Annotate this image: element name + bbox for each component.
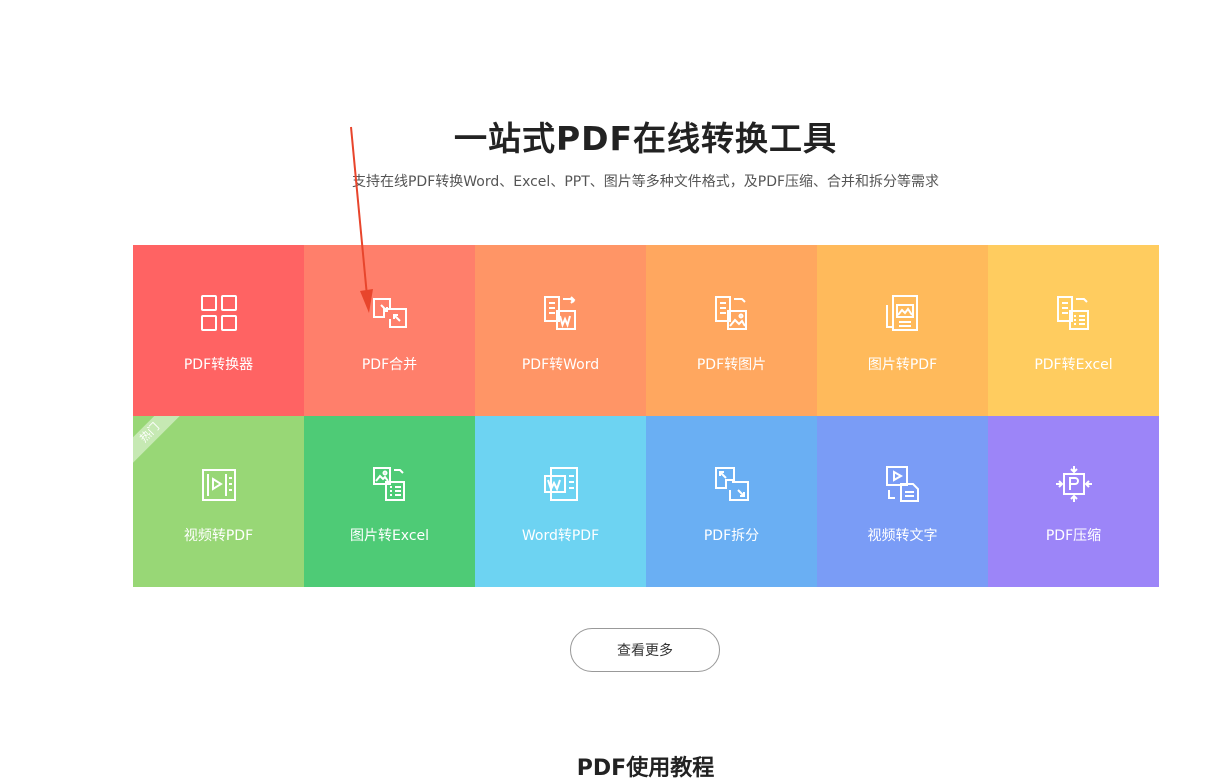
tool-label: PDF转Word [521, 357, 600, 373]
tool-pdf-split[interactable]: PDF拆分 [646, 416, 817, 587]
tool-label: PDF转换器 [183, 357, 254, 373]
tool-grid: PDF转换器 PDF合并 PDF转Word PDF转图片 图片转PDF PDF转… [133, 245, 1159, 587]
view-more-button[interactable]: 查看更多 [570, 628, 720, 672]
tool-label: 图片转PDF [867, 357, 938, 373]
grid-icon [201, 295, 237, 331]
tool-label: PDF合并 [361, 357, 418, 373]
image-to-excel-icon [373, 467, 405, 501]
video-to-pdf-icon [202, 469, 236, 501]
tool-pdf-converter[interactable]: PDF转换器 [133, 245, 304, 416]
tool-pdf-to-image[interactable]: PDF转图片 [646, 245, 817, 416]
pdf-to-word-icon [544, 296, 576, 330]
word-to-pdf-icon [544, 467, 578, 501]
tool-label: PDF转Excel [1034, 357, 1113, 373]
pdf-to-excel-icon [1057, 296, 1089, 330]
tool-image-to-excel[interactable]: 图片转Excel [304, 416, 475, 587]
tool-label: 视频转文字 [867, 528, 938, 544]
image-to-pdf-icon [886, 295, 918, 331]
tool-pdf-merge[interactable]: PDF合并 [304, 245, 475, 416]
split-icon [715, 467, 749, 501]
tool-label: PDF转图片 [696, 357, 767, 373]
tool-image-to-pdf[interactable]: 图片转PDF [817, 245, 988, 416]
tool-word-to-pdf[interactable]: Word转PDF [475, 416, 646, 587]
page-subtitle: 支持在线PDF转换Word、Excel、PPT、图片等多种文件格式，及PDF压缩… [351, 174, 940, 190]
tool-label: 视频转PDF [183, 528, 254, 544]
tool-label: PDF拆分 [703, 528, 760, 544]
tool-video-to-pdf[interactable]: 热门 视频转PDF [133, 416, 304, 587]
tool-video-to-text[interactable]: 视频转文字 [817, 416, 988, 587]
hot-badge: 热门 [133, 416, 187, 470]
tool-label: PDF压缩 [1045, 528, 1102, 544]
tool-pdf-to-word[interactable]: PDF转Word [475, 245, 646, 416]
tool-label: 图片转Excel [349, 528, 430, 544]
tool-label: Word转PDF [521, 528, 600, 544]
video-to-text-icon [886, 466, 919, 502]
merge-icon [373, 298, 407, 328]
compress-icon [1056, 466, 1092, 502]
tutorial-section-title: PDF使用教程 [576, 756, 715, 781]
tool-pdf-to-excel[interactable]: PDF转Excel [988, 245, 1159, 416]
pdf-to-image-icon [715, 296, 747, 330]
page-title: 一站式PDF在线转换工具 [453, 119, 838, 158]
tool-pdf-compress[interactable]: PDF压缩 [988, 416, 1159, 587]
